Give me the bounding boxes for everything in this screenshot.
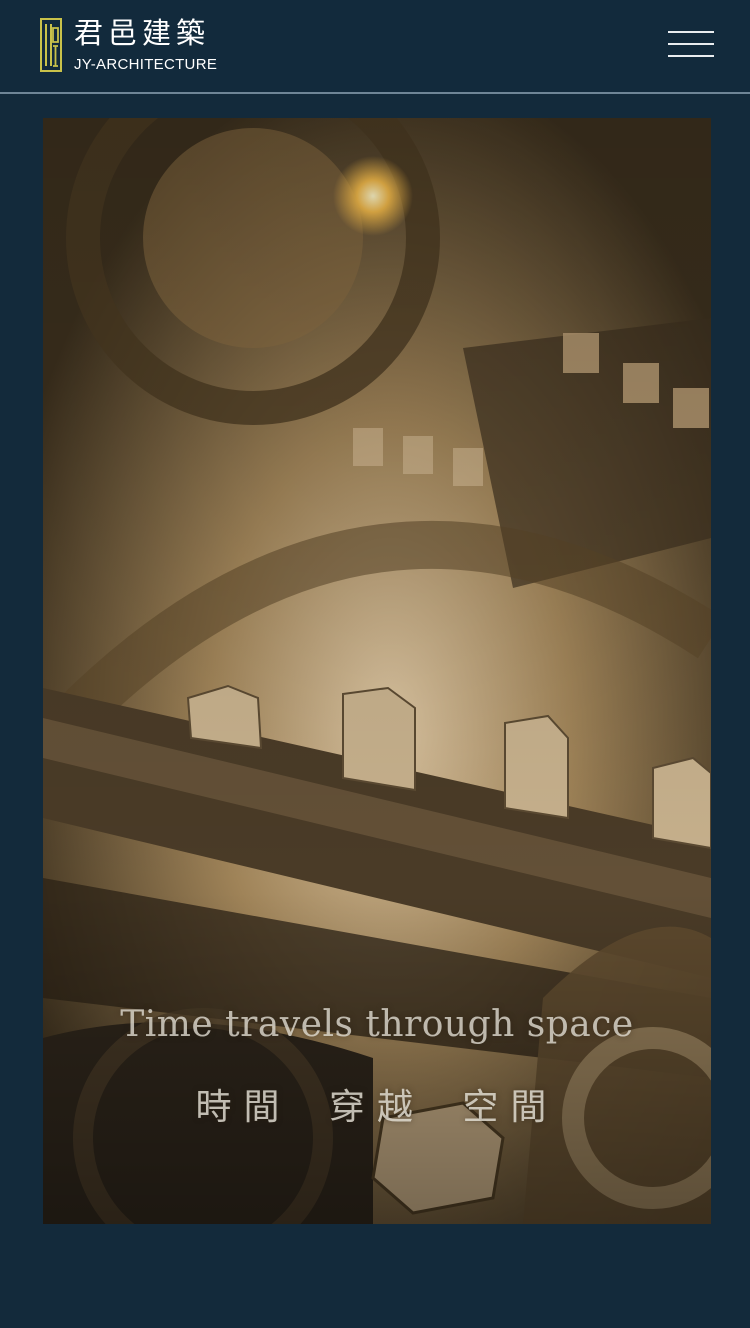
- brand-logo[interactable]: 君邑建築 JY-ARCHITECTURE: [40, 16, 240, 76]
- hero-tagline-english: Time travels through space: [120, 1004, 634, 1045]
- site-header: 君邑建築 JY-ARCHITECTURE: [0, 0, 750, 92]
- hamburger-menu-icon: [668, 43, 714, 45]
- brand-name-chinese: 君邑建築: [74, 16, 211, 50]
- hamburger-menu-icon: [668, 31, 714, 33]
- hamburger-menu-button[interactable]: [668, 28, 716, 60]
- header-divider: [0, 92, 750, 94]
- logo-mark-icon: [40, 18, 62, 72]
- hero-tagline-chinese: 時間 穿越 空間: [195, 1087, 559, 1128]
- brand-name-english: JY-ARCHITECTURE: [74, 56, 218, 73]
- hero-gears-image: [43, 118, 711, 1224]
- hamburger-menu-icon: [668, 55, 714, 57]
- hero-video[interactable]: Time travels through space 時間 穿越 空間: [43, 118, 711, 1224]
